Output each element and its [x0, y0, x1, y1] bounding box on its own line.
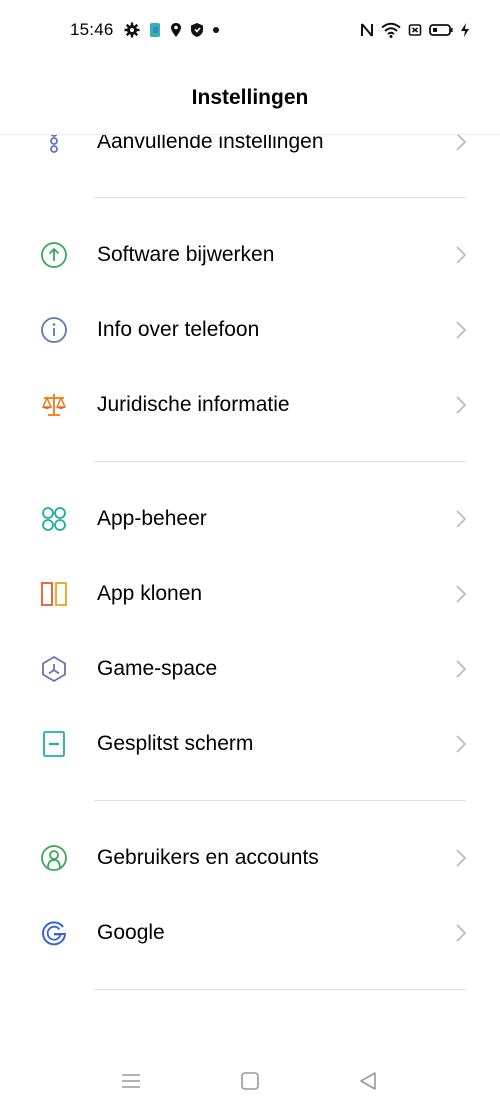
- chevron-right-icon: [456, 848, 467, 867]
- app-management-icon: [42, 506, 66, 531]
- scales-icon: [41, 393, 67, 416]
- chevron-right-icon: [456, 132, 467, 151]
- software-update-icon: [41, 241, 67, 268]
- settings-item-google[interactable]: Google: [0, 895, 500, 970]
- status-left-icons: [124, 22, 220, 38]
- gear-icon: [124, 22, 140, 38]
- split-screen-icon: [43, 730, 65, 757]
- chevron-right-icon: [456, 923, 467, 942]
- section-divider: [94, 461, 466, 462]
- settings-item-gesplitst-scherm[interactable]: Gesplitst scherm: [0, 706, 500, 781]
- chevron-right-icon: [456, 395, 467, 414]
- chevron-right-icon: [456, 659, 467, 678]
- settings-item-game-space[interactable]: Game-space: [0, 631, 500, 706]
- user-icon: [41, 844, 67, 871]
- menu-icon[interactable]: [120, 1070, 142, 1092]
- dot-icon: [213, 27, 219, 33]
- settings-item-software-bijwerken[interactable]: Software bijwerken: [0, 217, 500, 292]
- battery-icon: [429, 24, 453, 36]
- chevron-right-icon: [456, 584, 467, 603]
- settings-item-label: Software bijwerken: [97, 242, 275, 266]
- home-icon[interactable]: [239, 1070, 261, 1092]
- charging-bolt-icon: [461, 23, 469, 37]
- wifi-icon: [381, 22, 401, 38]
- battery-saver-icon: [408, 24, 422, 36]
- settings-item-label: Juridische informatie: [97, 392, 290, 416]
- google-icon: [42, 920, 67, 945]
- chevron-right-icon: [456, 734, 467, 753]
- header: Instellingen: [0, 64, 500, 135]
- settings-item-label: Google: [97, 920, 165, 944]
- app-clone-icon: [41, 581, 67, 606]
- settings-item-label: App klonen: [97, 581, 203, 605]
- back-icon[interactable]: [357, 1070, 379, 1092]
- navigation-bar: [0, 1060, 500, 1102]
- settings-item-app-klonen[interactable]: App klonen: [0, 556, 500, 631]
- page-title: Instellingen: [191, 86, 309, 109]
- settings-item-app-beheer[interactable]: App-beheer: [0, 481, 500, 556]
- status-time: 15:46: [70, 20, 114, 39]
- app-notification-icon: [150, 23, 160, 37]
- status-right-icons: [360, 22, 470, 38]
- section-divider: [94, 197, 466, 198]
- chevron-right-icon: [456, 509, 467, 528]
- game-space-icon: [42, 655, 66, 682]
- settings-item-label: Info over telefoon: [97, 317, 260, 341]
- settings-item-label: App-beheer: [97, 506, 207, 530]
- location-icon: [171, 23, 181, 37]
- shield-icon: [191, 23, 203, 37]
- settings-item-juridische-informatie[interactable]: Juridische informatie: [0, 367, 500, 442]
- section-divider: [94, 989, 466, 990]
- settings-item-info-over-telefoon[interactable]: Info over telefoon: [0, 292, 500, 367]
- chevron-right-icon: [456, 320, 467, 339]
- nfc-icon: [361, 23, 373, 37]
- chevron-right-icon: [456, 245, 467, 264]
- settings-item-label: Gebruikers en accounts: [97, 845, 319, 869]
- settings-item-label: Game-space: [97, 656, 218, 680]
- status-bar: 15:46: [0, 0, 500, 64]
- section-divider: [94, 800, 466, 801]
- settings-item-label: Gesplitst scherm: [97, 731, 254, 755]
- settings-item-gebruikers-en-accounts[interactable]: Gebruikers en accounts: [0, 820, 500, 895]
- info-icon: [41, 316, 67, 343]
